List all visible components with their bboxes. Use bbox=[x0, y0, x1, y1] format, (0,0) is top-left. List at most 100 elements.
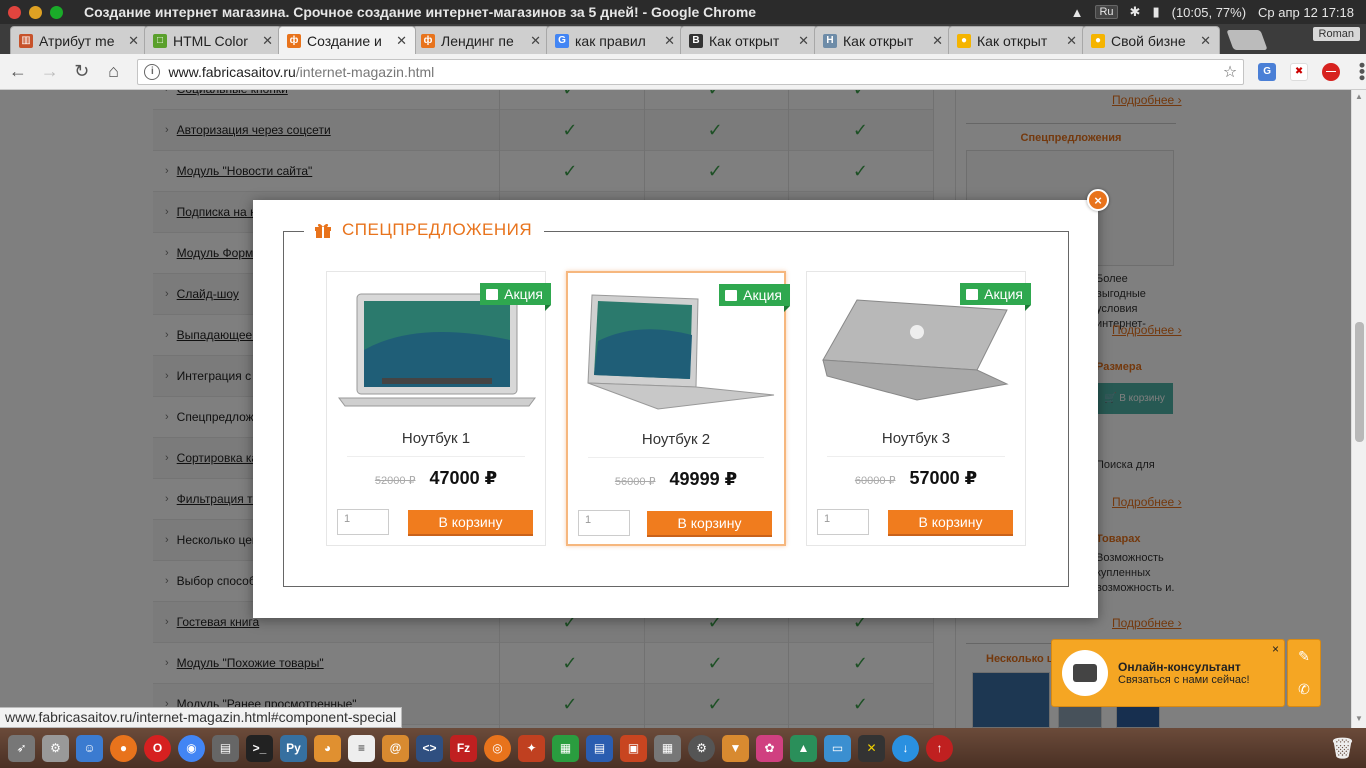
tab-label: Как открыт bbox=[977, 32, 1048, 49]
image-viewer-icon[interactable]: ▲ bbox=[790, 734, 817, 762]
translate-extension-icon[interactable]: G bbox=[1258, 62, 1277, 81]
presentation-icon[interactable]: ▣ bbox=[620, 734, 647, 762]
browser-tab[interactable]: ф Лендинг пе ✕ bbox=[412, 26, 550, 54]
code-editor-icon[interactable]: <> bbox=[416, 734, 443, 762]
scrollbar-thumb[interactable] bbox=[1355, 322, 1364, 442]
terminal-icon[interactable]: >_ bbox=[246, 734, 273, 762]
rocket-launcher-icon[interactable]: ➶ bbox=[8, 734, 35, 762]
battery-icon[interactable]: ▮ bbox=[1152, 4, 1159, 20]
browser-tab[interactable]: □ HTML Color ✕ bbox=[144, 26, 282, 54]
download-icon[interactable]: ↓ bbox=[892, 734, 919, 762]
system-monitor-icon[interactable]: ▤ bbox=[212, 734, 239, 762]
tab-close-icon[interactable]: ✕ bbox=[530, 33, 541, 49]
scroll-down-arrow[interactable]: ▼ bbox=[1355, 714, 1363, 723]
cat-app-icon[interactable]: ◕ bbox=[314, 734, 341, 762]
laptop-image[interactable] bbox=[337, 290, 537, 410]
product-card[interactable]: Акция Ноутбук 2 56000 ₽ 49999 ₽ 1 В корзину bbox=[566, 271, 790, 546]
upload-icon[interactable]: ↑ bbox=[926, 734, 953, 762]
quantity-input[interactable]: 1 bbox=[578, 510, 630, 536]
phone-icon[interactable]: ✆ bbox=[1298, 681, 1310, 698]
browser-tab[interactable]: B Как открыт ✕ bbox=[680, 26, 818, 54]
profile-badge[interactable]: Roman bbox=[1312, 27, 1360, 41]
opera-icon[interactable]: O bbox=[144, 734, 171, 762]
chrome-icon[interactable]: ◉ bbox=[178, 734, 205, 762]
product-name[interactable]: Ноутбук 2 bbox=[568, 431, 784, 448]
spiral-app-icon[interactable]: @ bbox=[382, 734, 409, 762]
tab-close-icon[interactable]: ✕ bbox=[932, 33, 943, 49]
archive-icon[interactable]: ▼ bbox=[722, 734, 749, 762]
xmind-icon[interactable]: ✕ bbox=[858, 734, 885, 762]
consultant-close-icon[interactable]: × bbox=[1272, 642, 1279, 656]
spreadsheet-icon[interactable]: ▦ bbox=[552, 734, 579, 762]
shield-extension-icon[interactable]: ✖ bbox=[1290, 62, 1309, 81]
address-bar[interactable]: i www.fabricasaitov.ru /internet-magazin… bbox=[137, 58, 1245, 85]
tab-label: Свой бизне bbox=[1111, 32, 1186, 49]
site-info-icon[interactable]: i bbox=[144, 63, 161, 80]
trash-icon[interactable]: 🗑 bbox=[1329, 735, 1356, 762]
scroll-up-arrow[interactable]: ▲ bbox=[1355, 92, 1363, 101]
python-icon[interactable]: Py bbox=[280, 734, 307, 762]
settings-app-icon[interactable]: ⚙ bbox=[42, 734, 69, 762]
add-to-cart-button[interactable]: В корзину bbox=[647, 511, 772, 537]
maximize-window-button[interactable] bbox=[50, 5, 63, 19]
battery-status[interactable]: (10:05, 77%) bbox=[1172, 5, 1246, 20]
bluetooth-icon[interactable]: ✱ bbox=[1130, 4, 1141, 20]
gift-icon bbox=[725, 289, 738, 301]
laptop-image[interactable] bbox=[578, 291, 778, 411]
quantity-input[interactable]: 1 bbox=[337, 509, 389, 535]
tab-close-icon[interactable]: ✕ bbox=[128, 33, 139, 49]
tab-close-icon[interactable]: ✕ bbox=[664, 33, 675, 49]
tab-close-icon[interactable]: ✕ bbox=[798, 33, 809, 49]
browser-tab[interactable]: Gкак правил ✕ bbox=[546, 26, 684, 54]
add-to-cart-button[interactable]: В корзину bbox=[408, 510, 533, 536]
tab-close-icon[interactable]: ✕ bbox=[1200, 33, 1211, 49]
browser-tab[interactable]: H Как открыт ✕ bbox=[814, 26, 952, 54]
firefox-icon[interactable]: ● bbox=[110, 734, 137, 762]
home-button[interactable]: ⌂ bbox=[100, 58, 128, 86]
product-card[interactable]: Акция Ноутбук 3 60000 ₽ 57000 ₽ 1 В корзину bbox=[806, 271, 1031, 546]
writer-icon[interactable]: ▤ bbox=[586, 734, 613, 762]
tab-close-icon[interactable]: ✕ bbox=[262, 33, 273, 49]
browser-tab[interactable]: ▥ Атрибут me ✕ bbox=[10, 26, 148, 54]
forward-button[interactable]: → bbox=[36, 58, 64, 86]
calculator-icon[interactable]: ▦ bbox=[654, 734, 681, 762]
tab-favicon-icon: □ bbox=[153, 33, 167, 48]
browser-tab[interactable]: ф Создание и ✕ bbox=[278, 26, 416, 54]
system-settings-icon[interactable]: ⚙ bbox=[688, 734, 715, 762]
page-scrollbar[interactable]: ▲ ▼ bbox=[1351, 90, 1366, 728]
browser-tab[interactable]: ● Как открыт ✕ bbox=[948, 26, 1086, 54]
reload-button[interactable]: ↻ bbox=[68, 58, 96, 86]
adblock-extension-icon[interactable]: — bbox=[1322, 62, 1340, 81]
product-name[interactable]: Ноутбук 1 bbox=[327, 430, 545, 447]
wifi-icon[interactable]: ▲ bbox=[1071, 5, 1084, 20]
folder-icon[interactable]: ▭ bbox=[824, 734, 851, 762]
new-tab-button[interactable] bbox=[1226, 30, 1268, 50]
paint-app-icon[interactable]: ✦ bbox=[518, 734, 545, 762]
close-window-button[interactable] bbox=[8, 5, 21, 19]
back-button[interactable]: ← bbox=[4, 58, 32, 86]
modal-close-button[interactable]: × bbox=[1087, 189, 1109, 211]
laptop-image[interactable] bbox=[817, 290, 1017, 410]
browser-tab[interactable]: ● Свой бизне ✕ bbox=[1082, 26, 1220, 54]
minimize-window-button[interactable] bbox=[29, 5, 42, 19]
chrome-menu-icon[interactable]: ••• bbox=[1352, 62, 1366, 81]
current-price: 47000 ₽ bbox=[429, 468, 498, 488]
online-consultant-widget[interactable]: Онлайн-консультант Связаться с нами сейч… bbox=[1051, 639, 1285, 707]
document-icon[interactable]: ≡ bbox=[348, 734, 375, 762]
gear-flower-icon[interactable]: ✿ bbox=[756, 734, 783, 762]
modal-title-text: СПЕЦПРЕДЛОЖЕНИЯ bbox=[342, 220, 533, 239]
divider bbox=[827, 456, 1005, 457]
bookmark-star-icon[interactable]: ☆ bbox=[1223, 62, 1237, 82]
keyboard-layout-indicator[interactable]: Ru bbox=[1095, 5, 1118, 19]
blender-icon[interactable]: ◎ bbox=[484, 734, 511, 762]
quantity-input[interactable]: 1 bbox=[817, 509, 869, 535]
add-to-cart-button[interactable]: В корзину bbox=[888, 510, 1013, 536]
finder-icon[interactable]: ☺ bbox=[76, 734, 103, 762]
tab-close-icon[interactable]: ✕ bbox=[1066, 33, 1077, 49]
product-name[interactable]: Ноутбук 3 bbox=[807, 430, 1025, 447]
clock[interactable]: Ср апр 12 17:18 bbox=[1258, 5, 1354, 20]
filezilla-icon[interactable]: Fz bbox=[450, 734, 477, 762]
edit-message-icon[interactable]: ✎ bbox=[1298, 648, 1310, 665]
tab-close-icon[interactable]: ✕ bbox=[396, 33, 407, 49]
product-card[interactable]: Акция Ноутбук 1 52000 ₽ 47000 ₽ 1 В корзину bbox=[326, 271, 551, 546]
